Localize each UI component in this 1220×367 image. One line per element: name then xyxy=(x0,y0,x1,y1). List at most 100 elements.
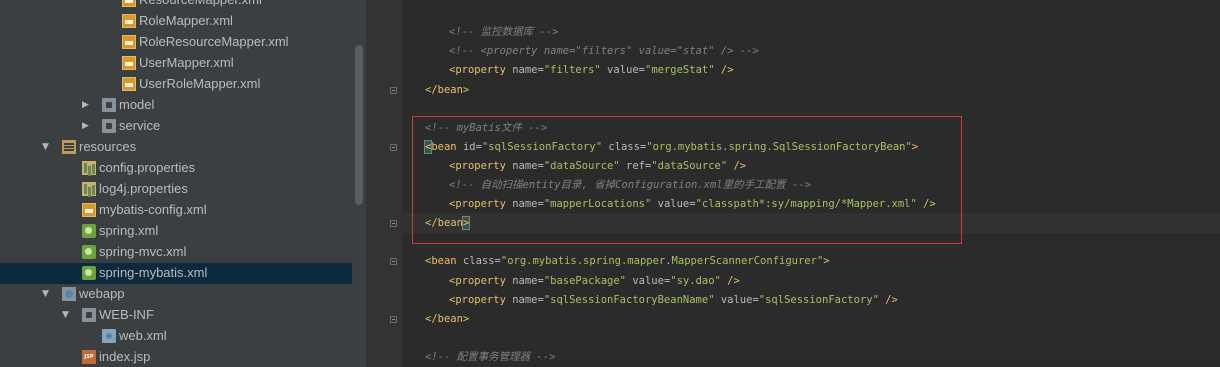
code-line[interactable]: <property name="sqlSessionFactoryBeanNam… xyxy=(449,291,898,310)
web-xml-icon xyxy=(102,329,116,343)
xml-file-icon xyxy=(122,35,136,49)
tree-item-label: web.xml xyxy=(119,328,167,343)
fold-marker-icon[interactable] xyxy=(390,258,397,265)
code-token: class= xyxy=(462,255,501,267)
code-token: </bean> xyxy=(425,313,470,325)
tree-item[interactable]: config.properties xyxy=(0,158,352,179)
tree-item[interactable]: RoleResourceMapper.xml xyxy=(0,32,352,53)
tree-item[interactable]: spring-mvc.xml xyxy=(0,242,352,263)
resources-folder-icon xyxy=(62,140,76,154)
code-token: <property xyxy=(449,275,513,287)
tree-item[interactable]: ResourceMapper.xml xyxy=(0,0,352,11)
fold-marker-icon[interactable] xyxy=(390,220,397,227)
code-token: /> xyxy=(714,64,734,76)
folder-icon xyxy=(102,119,116,133)
code-token: <!-- 监控数据库 --> xyxy=(449,26,559,38)
code-token: </bean> xyxy=(425,84,470,96)
code-token: value= xyxy=(626,275,671,287)
expand-arrow-icon[interactable]: ▼ xyxy=(62,309,72,320)
folder-icon xyxy=(102,98,116,112)
expand-arrow-icon[interactable]: ▼ xyxy=(42,141,52,152)
code-token: "sy.dao" xyxy=(670,275,721,287)
xml-file-icon xyxy=(122,77,136,91)
tree-item[interactable]: web.xml xyxy=(0,326,352,347)
tree-item-label: webapp xyxy=(79,286,125,301)
properties-file-icon xyxy=(82,161,96,175)
tree-item-label: ResourceMapper.xml xyxy=(139,0,262,7)
code-line[interactable]: <!-- <property name="filters" value="sta… xyxy=(449,42,759,61)
fold-marker-icon[interactable] xyxy=(390,316,397,323)
code-token: value= xyxy=(600,64,645,76)
tree-item-label: UserRoleMapper.xml xyxy=(139,76,261,91)
code-line[interactable]: <property name="basePackage" value="sy.d… xyxy=(449,272,740,291)
tree-item-label: index.jsp xyxy=(99,349,151,364)
tree-item[interactable]: JSP index.jsp xyxy=(0,347,352,367)
tree-item[interactable]: UserMapper.xml xyxy=(0,53,352,74)
code-token: <bean xyxy=(425,255,463,267)
tree-item[interactable]: spring.xml xyxy=(0,221,352,242)
tree-item[interactable]: log4j.properties xyxy=(0,179,352,200)
tree-item-label: resources xyxy=(79,139,137,154)
tree-scrollbar[interactable] xyxy=(355,45,363,205)
tree-item-label: spring-mvc.xml xyxy=(99,244,187,259)
tree-item-label: spring.xml xyxy=(99,223,159,238)
tree-item[interactable]: RoleMapper.xml xyxy=(0,11,352,32)
code-token: > xyxy=(823,255,830,267)
code-token: "filters" xyxy=(543,64,601,76)
code-token: name= xyxy=(512,294,544,306)
tree-item[interactable]: ▼ resources xyxy=(0,137,352,158)
fold-marker-icon[interactable] xyxy=(390,144,397,151)
code-line[interactable]: <!-- 监控数据库 --> xyxy=(449,23,558,42)
xml-file-icon xyxy=(122,14,136,28)
tree-item[interactable]: spring-mybatis.xml xyxy=(0,263,352,284)
spring-xml-icon xyxy=(82,266,96,280)
code-token: <property xyxy=(449,64,513,76)
tree-item[interactable]: ▼ webapp xyxy=(0,284,352,305)
code-line[interactable]: <property name="filters" value="mergeSta… xyxy=(449,61,734,80)
tree-item[interactable]: ▼ WEB-INF xyxy=(0,305,352,326)
project-tree-panel: ResourceMapper.xml RoleMapper.xml RoleReso… xyxy=(0,0,366,367)
tree-item-label: service xyxy=(119,118,161,133)
tree-item-label: mybatis-config.xml xyxy=(99,202,207,217)
code-token: /> xyxy=(878,294,898,306)
code-token: "org.mybatis.spring.mapper.MapperScanner… xyxy=(500,255,824,267)
code-token: <!-- 配置事务管理器 --> xyxy=(425,351,556,363)
code-token: value= xyxy=(714,294,759,306)
code-line[interactable]: <property name="logAbandoned" value="tru… xyxy=(449,0,734,4)
collapse-arrow-icon[interactable]: ▶ xyxy=(82,120,92,131)
fold-marker-icon[interactable] xyxy=(390,87,397,94)
code-token: /> xyxy=(720,275,740,287)
jsp-file-icon: JSP xyxy=(82,350,96,364)
collapse-arrow-icon[interactable]: ▶ xyxy=(82,99,92,110)
code-line[interactable]: <!-- 配置事务管理器 --> xyxy=(425,348,555,367)
code-line[interactable]: <bean class="org.mybatis.spring.mapper.M… xyxy=(425,252,830,271)
tree-item-label: model xyxy=(119,97,155,112)
code-token: name= xyxy=(512,64,544,76)
spring-xml-icon xyxy=(82,245,96,259)
xml-file-icon xyxy=(82,203,96,217)
spring-xml-icon xyxy=(82,224,96,238)
highlight-annotation-box xyxy=(412,116,962,244)
code-line[interactable]: </bean> xyxy=(425,310,469,329)
code-token: <property xyxy=(449,294,513,306)
folder-icon xyxy=(82,308,96,322)
tree-item-label: log4j.properties xyxy=(99,181,188,196)
web-folder-icon xyxy=(62,287,76,301)
xml-file-icon xyxy=(122,0,136,7)
expand-arrow-icon[interactable]: ▼ xyxy=(42,288,52,299)
code-token: "mergeStat" xyxy=(645,64,715,76)
tree-item[interactable]: mybatis-config.xml xyxy=(0,200,352,221)
tree-item[interactable]: UserRoleMapper.xml xyxy=(0,74,352,95)
tree-item[interactable]: ▶ model xyxy=(0,95,352,116)
tree-item[interactable]: ▶ service xyxy=(0,116,352,137)
tree-item-label: config.properties xyxy=(99,160,196,175)
code-line[interactable]: </bean> xyxy=(425,81,469,100)
xml-file-icon xyxy=(122,56,136,70)
properties-file-icon xyxy=(82,182,96,196)
tree-item-label: WEB-INF xyxy=(99,307,154,322)
code-token: "sqlSessionFactory" xyxy=(758,294,879,306)
code-token: "sqlSessionFactoryBeanName" xyxy=(543,294,715,306)
tree-item-label: UserMapper.xml xyxy=(139,55,234,70)
editor-gutter xyxy=(366,0,402,367)
tree-item-label: RoleResourceMapper.xml xyxy=(139,34,289,49)
